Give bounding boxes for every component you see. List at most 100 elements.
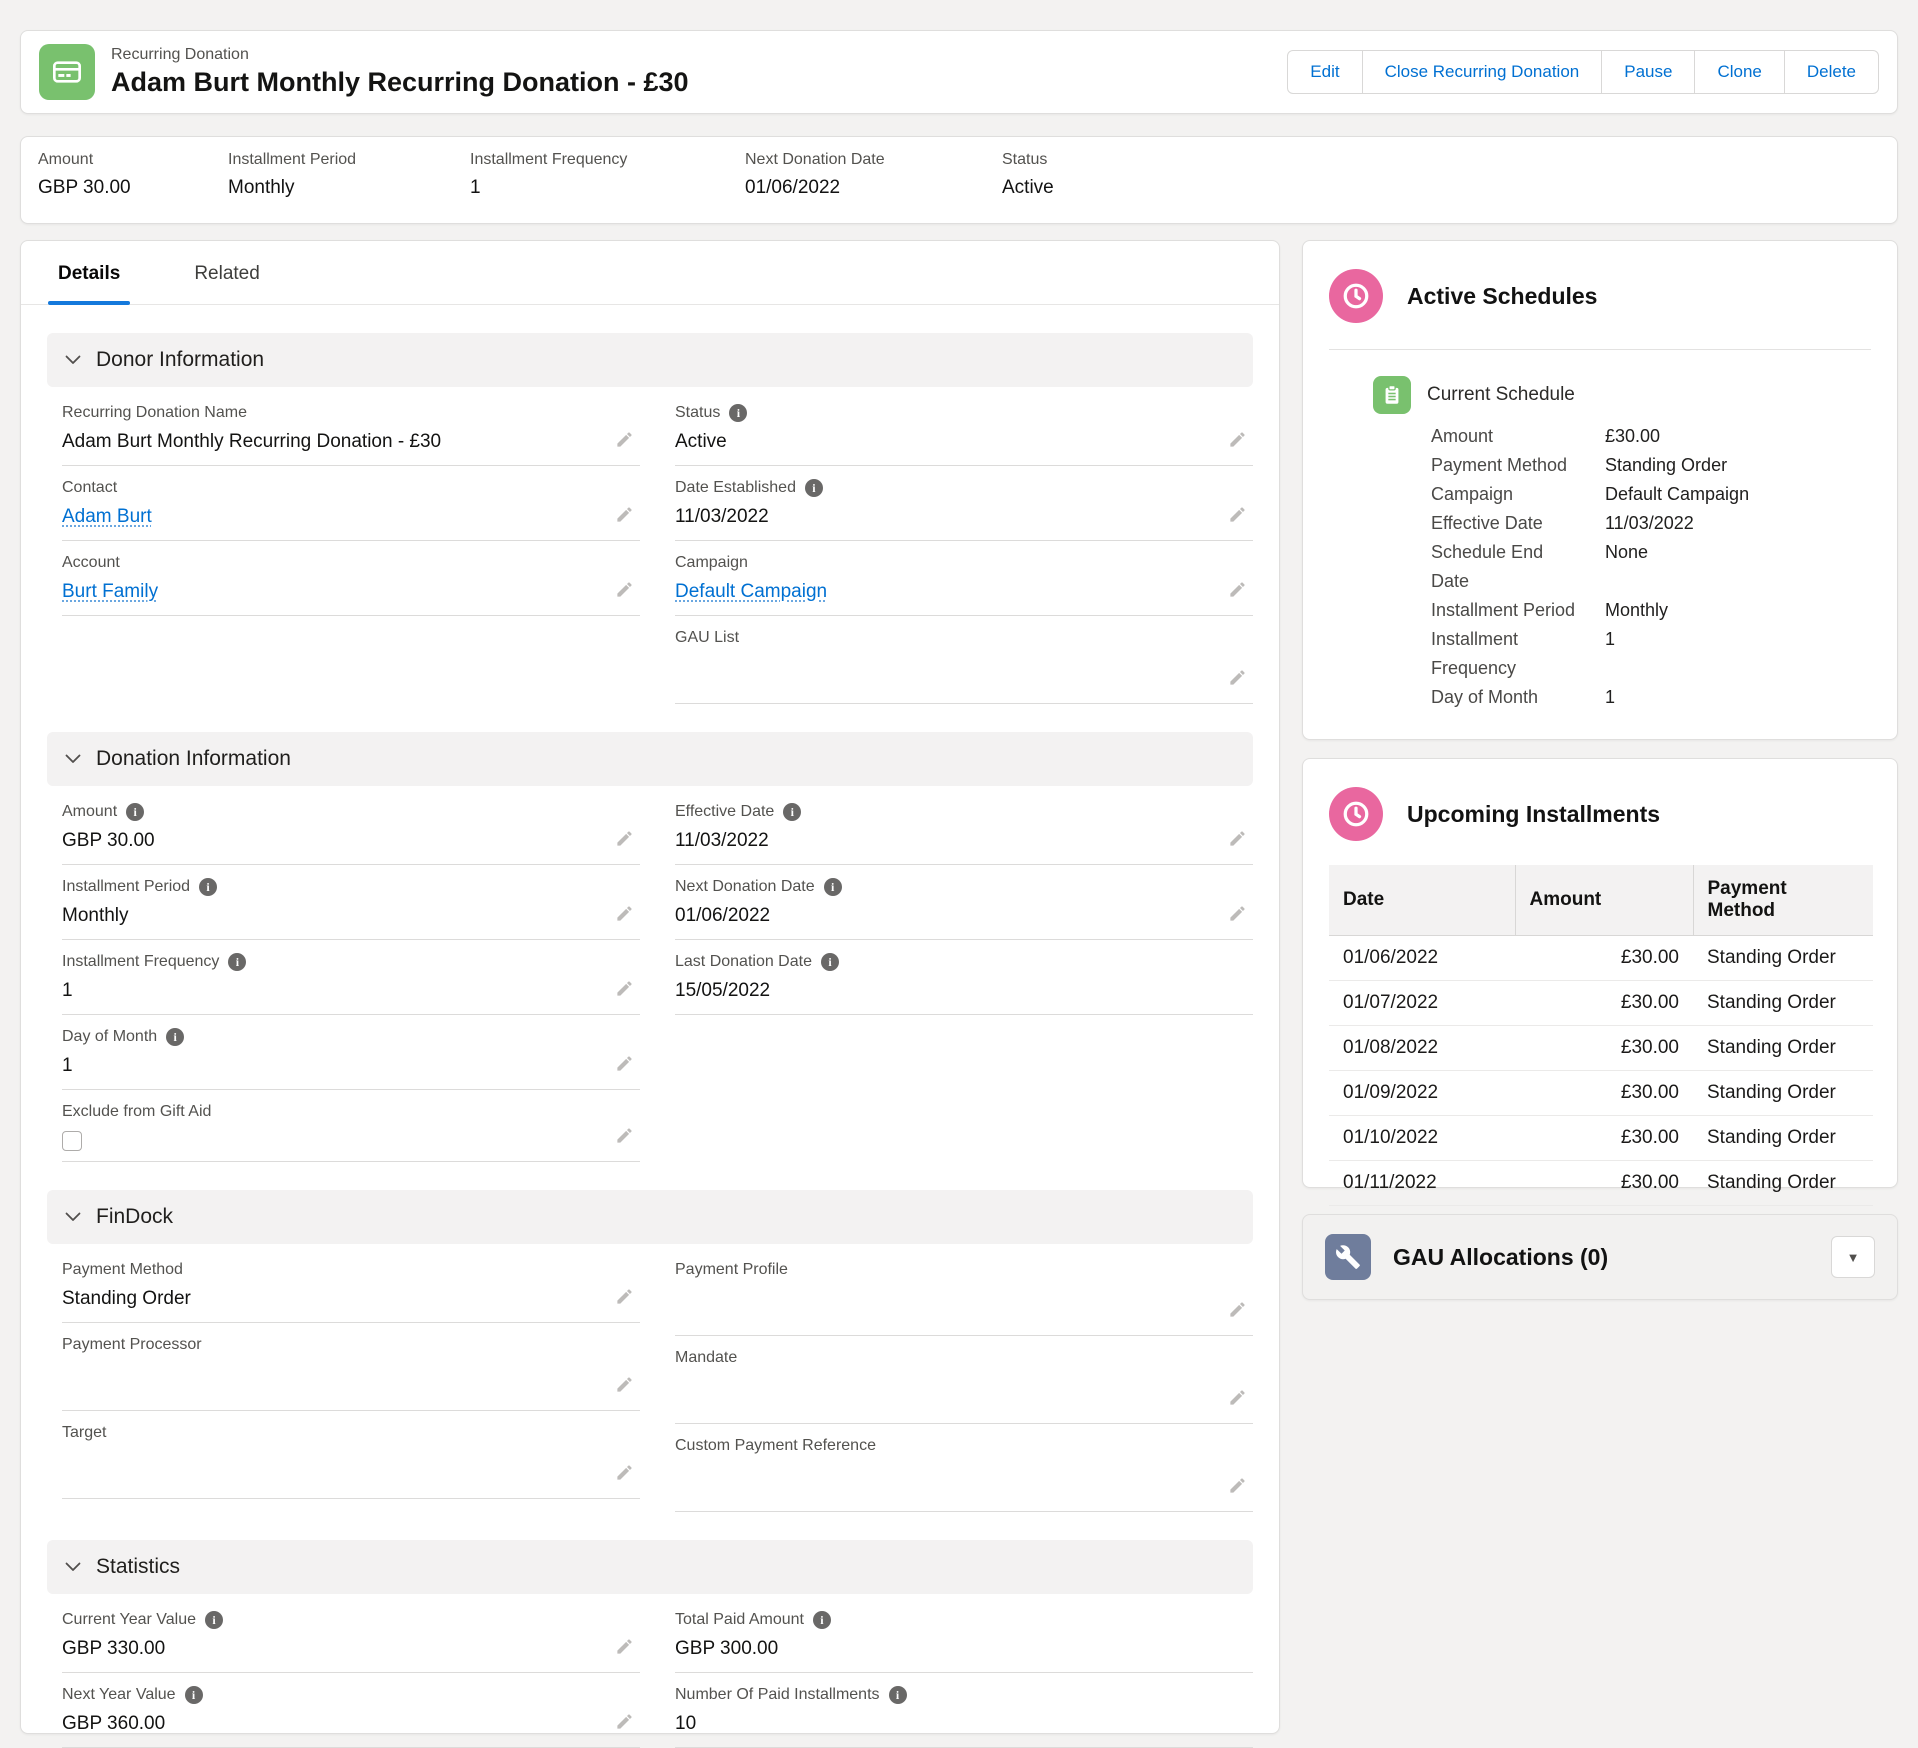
gau-dropdown-button[interactable]: ▼: [1831, 1236, 1875, 1278]
field-label: Mandate: [675, 1349, 1253, 1367]
field-label-text: Day of Month: [62, 1028, 157, 1046]
edit-pencil-icon[interactable]: [615, 1637, 634, 1656]
contact-link[interactable]: Adam Burt: [62, 506, 152, 527]
field-label: Target: [62, 1424, 640, 1442]
account-link[interactable]: Burt Family: [62, 581, 158, 602]
installment-date: 01/06/2022: [1329, 936, 1515, 981]
edit-pencil-icon[interactable]: [615, 829, 634, 848]
schedule-row-value: Standing Order: [1593, 451, 1727, 480]
field-value: [675, 656, 1253, 680]
field-column-right: Effective Datei11/03/2022Next Donation D…: [675, 790, 1253, 1162]
highlight-amount: AmountGBP 30.00: [38, 151, 228, 223]
field-mandate: Mandate: [675, 1336, 1253, 1424]
edit-pencil-icon[interactable]: [1228, 904, 1247, 923]
entity-label: Recurring Donation: [111, 46, 689, 64]
gau-allocations-title: GAU Allocations (0): [1393, 1244, 1608, 1271]
field-column-left: Payment MethodStanding OrderPayment Proc…: [62, 1248, 640, 1512]
field-label: Campaign: [675, 554, 1253, 572]
field-value: 11/03/2022: [675, 506, 1253, 530]
edit-pencil-icon[interactable]: [615, 1054, 634, 1073]
edit-pencil-icon[interactable]: [1228, 1476, 1247, 1495]
field-label: Installment Frequencyi: [62, 953, 640, 971]
installment-date: 01/10/2022: [1329, 1116, 1515, 1161]
close-recurring-donation-button[interactable]: Close Recurring Donation: [1362, 50, 1603, 94]
gau-allocations-card: GAU Allocations (0) ▼: [1302, 1214, 1898, 1300]
column-header-amount: Amount: [1515, 865, 1693, 936]
edit-pencil-icon[interactable]: [1228, 1388, 1247, 1407]
schedule-row-value: £30.00: [1593, 422, 1660, 451]
campaign-link[interactable]: Default Campaign: [675, 581, 827, 602]
schedule-row-value: Monthly: [1593, 596, 1668, 625]
installment-amount: £30.00: [1515, 981, 1693, 1026]
field-installment-period: Installment Periodi Monthly: [62, 865, 640, 940]
installment-payment-method: Standing Order: [1693, 936, 1873, 981]
field-label-text: Number Of Paid Installments: [675, 1686, 880, 1704]
recurring-donation-icon: [39, 44, 95, 100]
edit-pencil-icon[interactable]: [1228, 1300, 1247, 1319]
section-fields: Current Year ValueiGBP 330.00Next Year V…: [47, 1594, 1253, 1748]
section-header-statistics[interactable]: Statistics: [47, 1540, 1253, 1594]
edit-pencil-icon[interactable]: [1228, 580, 1247, 599]
field-label-text: Installment Frequency: [62, 953, 219, 971]
field-label: Total Paid Amounti: [675, 1611, 1253, 1629]
chevron-down-icon: [65, 355, 81, 365]
section-header-findock[interactable]: FinDock: [47, 1190, 1253, 1244]
field-label-text: GAU List: [675, 629, 739, 647]
info-icon: i: [185, 1686, 203, 1704]
section-title: Donor Information: [96, 348, 264, 372]
edit-button[interactable]: Edit: [1287, 50, 1362, 94]
field-payment-method: Payment MethodStanding Order: [62, 1248, 640, 1323]
edit-pencil-icon[interactable]: [615, 979, 634, 998]
installment-date: 01/07/2022: [1329, 981, 1515, 1026]
edit-pencil-icon[interactable]: [615, 580, 634, 599]
highlight-installment-frequency: Installment Frequency1: [470, 151, 745, 223]
field-value: [675, 1464, 1253, 1488]
field-status: StatusiActive: [675, 391, 1253, 466]
field-label: GAU List: [675, 629, 1253, 647]
tab-related[interactable]: Related: [192, 263, 262, 304]
section-title: Donation Information: [96, 747, 291, 771]
edit-pencil-icon[interactable]: [615, 1126, 634, 1145]
edit-pencil-icon[interactable]: [1228, 829, 1247, 848]
field-payment-profile: Payment Profile: [675, 1248, 1253, 1336]
edit-pencil-icon[interactable]: [615, 1463, 634, 1482]
edit-pencil-icon[interactable]: [615, 1712, 634, 1731]
section-header-donation-information[interactable]: Donation Information: [47, 732, 1253, 786]
edit-pencil-icon[interactable]: [615, 1375, 634, 1394]
edit-pencil-icon[interactable]: [1228, 430, 1247, 449]
field-label: Day of Monthi: [62, 1028, 640, 1046]
field-column-right: StatusiActiveDate Establishedi11/03/2022…: [675, 391, 1253, 704]
field-value: GBP 360.00: [62, 1713, 640, 1737]
edit-pencil-icon[interactable]: [615, 505, 634, 524]
field-contact: Contact Adam Burt: [62, 466, 640, 541]
section-donation-information: Donation InformationAmountiGBP 30.00Inst…: [47, 732, 1253, 1162]
field-label-text: Installment Period: [62, 878, 190, 896]
field-next-donation-date: Next Donation Datei01/06/2022: [675, 865, 1253, 940]
installment-row: 01/10/2022£30.00Standing Order: [1329, 1116, 1873, 1161]
field-label-text: Payment Method: [62, 1261, 183, 1279]
installment-amount: £30.00: [1515, 1071, 1693, 1116]
field-value: Monthly: [62, 905, 640, 929]
section-header-donor-information[interactable]: Donor Information: [47, 333, 1253, 387]
edit-pencil-icon[interactable]: [615, 430, 634, 449]
delete-button[interactable]: Delete: [1784, 50, 1879, 94]
edit-pencil-icon[interactable]: [1228, 668, 1247, 687]
schedule-row-label: Campaign: [1431, 480, 1593, 509]
field-label-text: Next Donation Date: [675, 878, 815, 896]
installments-table: DateAmountPayment Method 01/06/2022£30.0…: [1329, 865, 1873, 1206]
schedule-row-value: 11/03/2022: [1593, 509, 1694, 538]
highlight-installment-period: Installment PeriodMonthly: [228, 151, 470, 223]
field-label-text: Status: [675, 404, 720, 422]
action-buttons: EditClose Recurring DonationPauseCloneDe…: [1287, 50, 1879, 94]
field-label: Contact: [62, 479, 640, 497]
field-value: GBP 30.00: [62, 830, 640, 854]
edit-pencil-icon[interactable]: [1228, 505, 1247, 524]
title-block: Recurring Donation Adam Burt Monthly Rec…: [111, 46, 689, 98]
clone-button[interactable]: Clone: [1694, 50, 1784, 94]
pause-button[interactable]: Pause: [1601, 50, 1695, 94]
field-label: Effective Datei: [675, 803, 1253, 821]
edit-pencil-icon[interactable]: [615, 1287, 634, 1306]
edit-pencil-icon[interactable]: [615, 904, 634, 923]
field-label: Installment Periodi: [62, 878, 640, 896]
tab-details[interactable]: Details: [56, 263, 122, 304]
